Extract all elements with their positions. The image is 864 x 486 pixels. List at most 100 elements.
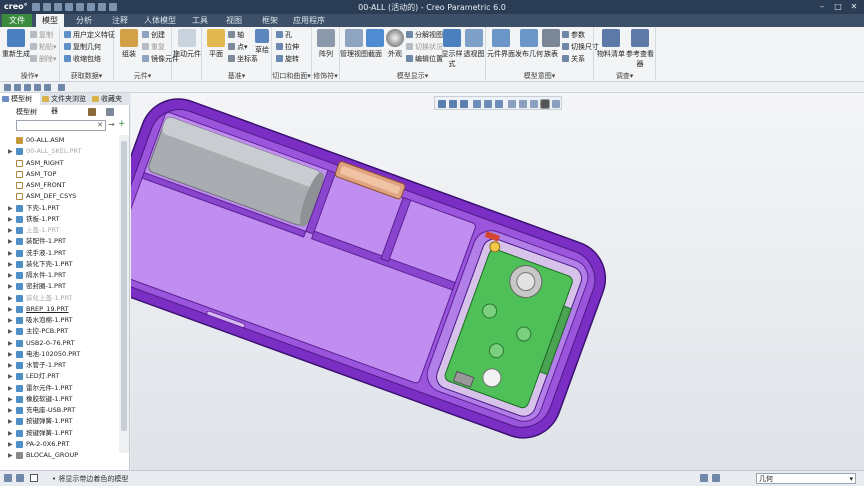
shrinkwrap-button[interactable]: 收缩包络 xyxy=(64,54,101,64)
expand-arrow-icon[interactable]: ▶ xyxy=(8,338,13,349)
tree-item[interactable]: ▶ 隔水件-1.PRT xyxy=(0,270,118,281)
undo-icon[interactable] xyxy=(34,84,41,91)
expand-arrow-icon[interactable]: ▶ xyxy=(8,146,13,157)
tree-scrollbar[interactable] xyxy=(119,135,129,453)
expand-arrow-icon[interactable]: ▶ xyxy=(8,416,13,427)
scrollbar-thumb[interactable] xyxy=(121,141,127,431)
tree-item[interactable]: ▶ 下壳-1.PRT xyxy=(0,203,118,214)
pattern-button[interactable]: 阵列 xyxy=(312,29,340,59)
expand-arrow-icon[interactable]: ▶ xyxy=(8,315,13,326)
add-icon[interactable]: + xyxy=(118,119,126,129)
tree-item[interactable]: ASM_FRONT xyxy=(0,180,118,191)
tree-toggle-icon[interactable] xyxy=(16,474,24,482)
hole-button[interactable]: 孔 xyxy=(276,30,292,40)
perspective-button[interactable]: 透视图 xyxy=(462,29,486,59)
expand-arrow-icon[interactable]: ▶ xyxy=(8,248,13,259)
csys-button[interactable]: 坐标系 xyxy=(228,54,258,64)
find-icon[interactable] xyxy=(712,474,720,482)
tree-item[interactable]: ASM_RIGHT xyxy=(0,158,118,169)
expand-arrow-icon[interactable]: ▶ xyxy=(8,428,13,439)
tab-tools[interactable]: 工具 xyxy=(186,14,214,27)
tree-item[interactable]: ▶ 吸水泡棉-1.PRT xyxy=(0,315,118,326)
reference-viewer-button[interactable]: 参考查看器 xyxy=(624,29,656,69)
expand-arrow-icon[interactable]: ▶ xyxy=(8,371,13,382)
search-arrow-icon[interactable]: → xyxy=(108,120,115,129)
tab-applications[interactable]: 应用程序 xyxy=(288,14,330,27)
appearance-button[interactable]: 外观 xyxy=(384,29,406,59)
sketch-button[interactable]: 草绘 xyxy=(252,29,272,55)
copy-button[interactable]: 复制 xyxy=(30,30,53,40)
exploded-view-button[interactable]: 分解视图 xyxy=(406,30,443,40)
drag-component-button[interactable]: 拖动元件 xyxy=(173,29,201,59)
tree-item[interactable]: ▶ 水管子-1.PRT xyxy=(0,360,118,371)
expand-arrow-icon[interactable]: ▶ xyxy=(8,236,13,247)
tab-framework[interactable]: 框架 xyxy=(256,14,284,27)
create-button[interactable]: 创建 xyxy=(142,30,165,40)
display-style-button[interactable]: 显示样式 xyxy=(440,29,464,69)
copy-geometry-button[interactable]: 复制几何 xyxy=(64,42,101,52)
expand-arrow-icon[interactable]: ▶ xyxy=(8,405,13,416)
expand-arrow-icon[interactable]: ▶ xyxy=(8,383,13,394)
tree-item[interactable]: ▶ 装化下壳-1.PRT xyxy=(0,259,118,270)
tree-item[interactable]: ASM_TOP xyxy=(0,169,118,180)
repeat-button[interactable]: 重复 xyxy=(142,42,165,52)
axis-button[interactable]: 轴 xyxy=(228,30,244,40)
open-file-icon[interactable] xyxy=(14,84,21,91)
regenerate-button[interactable]: 重新生成 xyxy=(2,29,30,59)
tree-filter-icon[interactable] xyxy=(88,108,96,116)
tab-file[interactable]: 文件 xyxy=(2,14,32,27)
tree-item[interactable]: ▶ PA-2-0X6.PRT xyxy=(0,439,118,450)
tree-item[interactable]: ▶ 橡胶软键-1.PRT xyxy=(0,394,118,405)
window-icon[interactable] xyxy=(58,84,65,91)
selection-filter[interactable]: 几何 ▾ xyxy=(756,473,856,484)
expand-arrow-icon[interactable]: ▶ xyxy=(8,450,13,461)
section-button[interactable]: 截面 xyxy=(364,29,386,59)
component-interface-button[interactable]: 元件界面 xyxy=(486,29,516,59)
tree-item[interactable]: ▶ 洗手液-1.PRT xyxy=(0,248,118,259)
redo-icon[interactable] xyxy=(44,84,51,91)
tree-item[interactable]: ▶ 上盖-1.PRT xyxy=(0,225,118,236)
extrude-button[interactable]: 拉伸 xyxy=(276,42,299,52)
selection-icon[interactable] xyxy=(700,474,708,482)
tree-search-input[interactable]: ✕ xyxy=(16,120,106,131)
delete-button[interactable]: 删除▾ xyxy=(30,54,57,64)
expand-arrow-icon[interactable]: ▶ xyxy=(8,259,13,270)
tree-item[interactable]: ▶ 装配件-1.PRT xyxy=(0,236,118,247)
tab-human-model[interactable]: 人体模型 xyxy=(142,14,178,27)
paste-button[interactable]: 粘贴▾ xyxy=(30,42,57,52)
minimize-icon[interactable]: – xyxy=(814,1,830,13)
tab-model[interactable]: 模型 xyxy=(36,14,64,27)
tree-item[interactable]: ▶ BREP_19.PRT xyxy=(0,304,118,315)
family-table-button[interactable]: 族表 xyxy=(540,29,562,59)
expand-arrow-icon[interactable]: ▶ xyxy=(8,360,13,371)
tree-item[interactable]: ▶ 电池-102050.PRT xyxy=(0,349,118,360)
tree-item[interactable]: ▶ LED灯.PRT xyxy=(0,371,118,382)
tab-annotate[interactable]: 注释 xyxy=(106,14,134,27)
maximize-icon[interactable]: □ xyxy=(830,1,846,13)
udf-button[interactable]: 用户定义特征 xyxy=(64,30,115,40)
tree-item[interactable]: ▶ 装化上盖-1.PRT xyxy=(0,293,118,304)
assemble-button[interactable]: 组装 xyxy=(115,29,143,59)
expand-arrow-icon[interactable]: ▶ xyxy=(8,203,13,214)
expand-arrow-icon[interactable]: ▶ xyxy=(8,270,13,281)
tree-item[interactable]: ▶ 按键弹簧-1.PRT xyxy=(0,416,118,427)
tab-model-tree[interactable]: 模型树 xyxy=(0,93,40,105)
tree-item[interactable]: ▶ 充电座-USB.PRT xyxy=(0,405,118,416)
tree-item[interactable]: 00-ALL.ASM xyxy=(0,135,118,146)
toggle-status-button[interactable]: 切换状况 xyxy=(406,42,443,52)
edit-position-button[interactable]: 编辑位置 xyxy=(406,54,443,64)
tree-item[interactable]: ▶ 主控-PCB.PRT xyxy=(0,326,118,337)
expand-arrow-icon[interactable]: ▶ xyxy=(8,281,13,292)
tree-item[interactable]: ▶ 铁板-1.PRT xyxy=(0,214,118,225)
bom-button[interactable]: 物料清单 xyxy=(596,29,626,59)
tab-analysis[interactable]: 分析 xyxy=(70,14,98,27)
new-file-icon[interactable] xyxy=(4,84,11,91)
point-button[interactable]: 点▾ xyxy=(228,42,248,52)
expand-arrow-icon[interactable]: ▶ xyxy=(8,326,13,337)
relations-button[interactable]: 关系 xyxy=(562,54,585,64)
tree-item[interactable]: ▶ 密封圈-1.PRT xyxy=(0,281,118,292)
status-icon[interactable] xyxy=(4,474,12,482)
close-icon[interactable]: ✕ xyxy=(846,1,862,13)
expand-arrow-icon[interactable]: ▶ xyxy=(8,225,13,236)
expand-arrow-icon[interactable]: ▶ xyxy=(8,304,13,315)
